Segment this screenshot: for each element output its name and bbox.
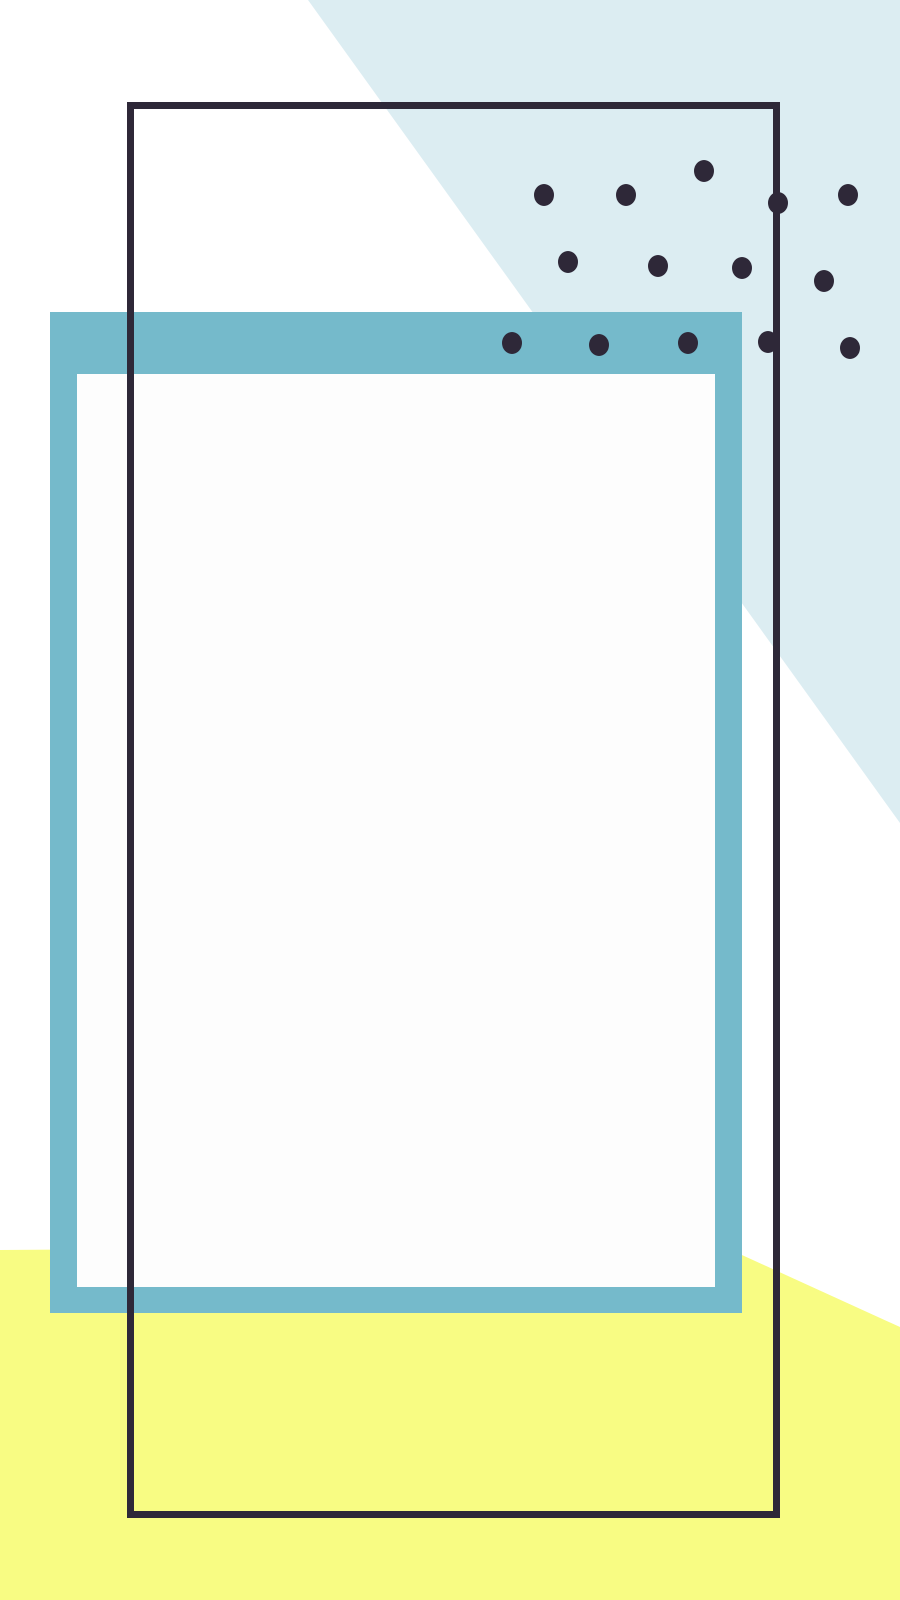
dot xyxy=(838,184,858,206)
outline-frame xyxy=(127,102,780,1518)
dot xyxy=(840,337,860,359)
dot xyxy=(814,270,834,292)
